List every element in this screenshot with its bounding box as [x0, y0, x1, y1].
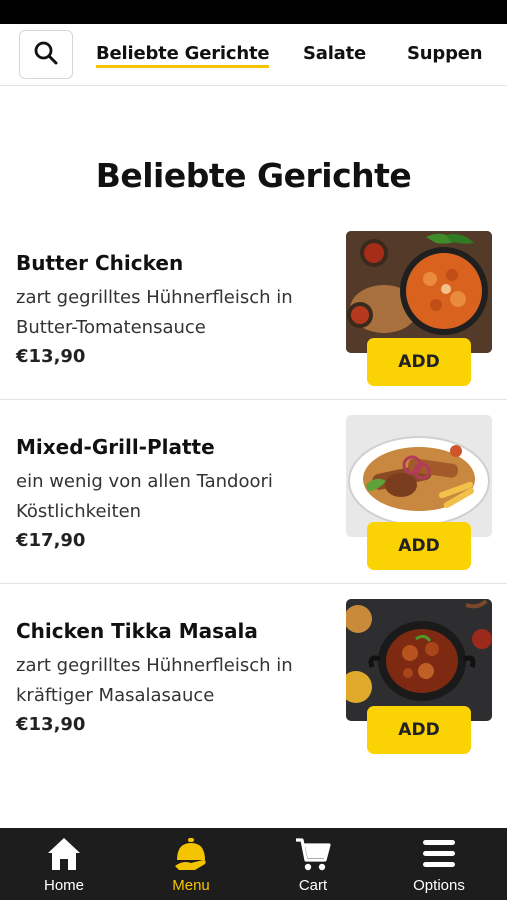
- category-nav: Beliebte Gerichte Salate Suppen: [0, 24, 507, 86]
- nav-options[interactable]: Options: [389, 828, 489, 900]
- chicken-tikka-masala-image: [346, 599, 492, 721]
- item-name: Mixed-Grill-Platte: [16, 435, 215, 459]
- add-to-cart-button[interactable]: ADD: [367, 338, 471, 386]
- add-to-cart-button[interactable]: ADD: [367, 706, 471, 754]
- search-button[interactable]: [19, 30, 73, 79]
- nav-label: Options: [413, 877, 465, 894]
- item-description: zart gegrilltes Hühnerfleisch in Butter-…: [16, 287, 293, 338]
- menu-item: Chicken Tikka Masala zart gegrilltes Hüh…: [0, 599, 507, 768]
- nav-label: Cart: [298, 877, 328, 894]
- nav-menu[interactable]: Menu: [141, 828, 241, 900]
- menu-icon: [423, 840, 455, 867]
- search-icon: [33, 40, 59, 69]
- add-to-cart-button[interactable]: ADD: [367, 522, 471, 570]
- item-price: €13,90: [16, 714, 86, 735]
- nav-cart[interactable]: Cart: [263, 828, 363, 900]
- home-icon: [48, 838, 80, 870]
- item-price: €17,90: [16, 530, 86, 551]
- tab-beliebte-gerichte[interactable]: Beliebte Gerichte: [96, 43, 270, 68]
- menu-item: Mixed-Grill-Platte ein wenig von allen T…: [0, 415, 507, 584]
- status-bar: [0, 0, 507, 24]
- item-description: zart gegrilltes Hühnerfleisch in kräftig…: [16, 655, 293, 706]
- item-name: Chicken Tikka Masala: [16, 619, 258, 643]
- item-name: Butter Chicken: [16, 251, 184, 275]
- item-price: €13,90: [16, 346, 86, 367]
- tab-suppen[interactable]: Suppen: [407, 43, 483, 64]
- butter-chicken-image: [346, 231, 492, 353]
- section-title: Beliebte Gerichte: [95, 156, 412, 195]
- bottom-nav: Home Menu Cart Options: [0, 828, 507, 900]
- cart-icon: [296, 838, 331, 871]
- nav-home[interactable]: Home: [14, 828, 114, 900]
- nav-label: Home: [43, 877, 84, 894]
- nav-label: Menu: [172, 877, 210, 894]
- tab-salate[interactable]: Salate: [303, 43, 366, 64]
- menu-item: Butter Chicken zart gegrilltes Hühnerfle…: [0, 231, 507, 400]
- mixed-grill-image: [346, 415, 492, 537]
- cloche-icon: [175, 838, 206, 870]
- item-description: ein wenig von allen Tandoori Köstlichkei…: [16, 471, 273, 522]
